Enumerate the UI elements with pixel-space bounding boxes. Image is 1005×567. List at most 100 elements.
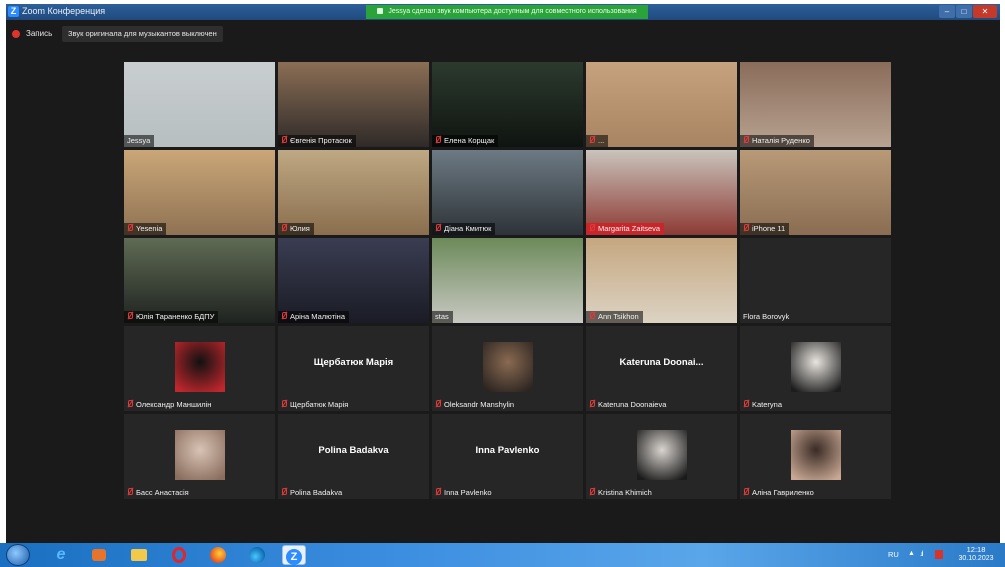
- participant-video: [586, 62, 737, 147]
- participant-tile[interactable]: Басс Анастасія: [124, 414, 275, 499]
- participant-display-name: Щербатюк Марія: [313, 357, 394, 368]
- speaker-icon: [377, 8, 384, 15]
- firefox-icon[interactable]: [207, 545, 229, 565]
- participant-tile[interactable]: Юлія Тараненко БДПУ: [124, 238, 275, 323]
- participant-tile[interactable]: Margarita Zaitseva: [586, 150, 737, 235]
- participant-name: Margarita Zaitseva: [598, 224, 661, 233]
- zoom-glyph: Z: [286, 549, 302, 565]
- participant-tile[interactable]: Аріна Малютіна: [278, 238, 429, 323]
- participant-name-tag: Kateryna: [740, 399, 786, 411]
- participant-tile[interactable]: Flora Borovyk: [740, 238, 891, 323]
- participant-tile[interactable]: Олександр Маншилін: [124, 326, 275, 411]
- close-button[interactable]: ✕: [973, 5, 997, 18]
- participant-tile[interactable]: ...: [586, 62, 737, 147]
- minimize-icon: –: [944, 7, 950, 16]
- window-title: Zoom Конференция: [22, 6, 106, 16]
- participant-name: Jessya: [127, 136, 151, 145]
- participant-display-name: Polina Badakva: [318, 445, 389, 456]
- file-explorer-icon[interactable]: [128, 545, 150, 565]
- audio-share-banner[interactable]: Jessya сделал звук компьютера доступным …: [366, 5, 648, 19]
- windows-taskbar: e Z RU ▲ .ıl 12:18 30.10.2023: [0, 543, 1005, 567]
- muted-mic-icon: [127, 488, 133, 496]
- participant-name-tag: Щербатюк Марія: [278, 399, 352, 411]
- minimize-button[interactable]: –: [939, 5, 955, 18]
- participant-tile[interactable]: Kateryna: [740, 326, 891, 411]
- clock-date[interactable]: 30.10.2023: [956, 555, 996, 562]
- maximize-button[interactable]: □: [956, 5, 972, 18]
- participant-name-tag: Наталія Руденко: [740, 135, 814, 147]
- participant-name-tag: Юлія Тараненко БДПУ: [124, 311, 219, 323]
- profile-picture: [174, 342, 225, 392]
- participant-name: iPhone 11: [752, 224, 786, 233]
- participant-name-tag: Аліна Гавриленко: [740, 487, 818, 499]
- participant-name: Kateruna Doonaieva: [598, 400, 667, 409]
- participant-name-tag: Олександр Маншилін: [124, 399, 215, 411]
- muted-mic-icon: [281, 400, 287, 408]
- participant-tile[interactable]: Oleksandr Manshylin: [432, 326, 583, 411]
- internet-explorer-icon[interactable]: e: [50, 545, 72, 565]
- profile-picture: [482, 342, 533, 392]
- participant-tile[interactable]: stas: [432, 238, 583, 323]
- participant-name: Flora Borovyk: [743, 312, 790, 321]
- participant-tile[interactable]: Polina Badakva Polina Badakva: [278, 414, 429, 499]
- opera-icon[interactable]: [168, 545, 190, 565]
- network-signal-icon[interactable]: .ıl: [920, 551, 924, 558]
- media-player-icon[interactable]: [88, 545, 110, 565]
- participant-tile[interactable]: Елена Корщак: [432, 62, 583, 147]
- participant-tile[interactable]: Jessya: [124, 62, 275, 147]
- muted-mic-icon: [281, 224, 287, 232]
- participant-video: [432, 238, 583, 323]
- profile-picture: [790, 342, 841, 392]
- muted-mic-icon: [589, 400, 595, 408]
- profile-picture: [790, 430, 841, 480]
- participant-tile[interactable]: Ann Tsikhon: [586, 238, 737, 323]
- participant-tile[interactable]: iPhone 11: [740, 150, 891, 235]
- participant-tile[interactable]: Kateruna Doonai... Kateruna Doonaieva: [586, 326, 737, 411]
- participant-tile[interactable]: Kristina Khimich: [586, 414, 737, 499]
- muted-mic-icon: [127, 312, 133, 320]
- participant-name-tag: Polina Badakva: [278, 487, 346, 499]
- participant-name-tag: Елена Корщак: [432, 135, 499, 147]
- muted-mic-icon: [435, 136, 441, 144]
- participant-name-tag: Kristina Khimich: [586, 487, 656, 499]
- clock-time[interactable]: 12:18: [956, 545, 996, 554]
- participant-name-tag: Yesenia: [124, 223, 167, 235]
- original-sound-status[interactable]: Звук оригинала для музыкантов выключен: [62, 26, 223, 42]
- participant-tile[interactable]: Yesenia: [124, 150, 275, 235]
- action-center-flag-icon[interactable]: [935, 550, 943, 559]
- muted-mic-icon: [743, 400, 749, 408]
- edge-icon[interactable]: [246, 545, 268, 565]
- tray-expand-icon[interactable]: ▲: [908, 550, 915, 557]
- muted-mic-icon: [435, 400, 441, 408]
- participant-name-tag: Jessya: [124, 135, 155, 147]
- language-indicator[interactable]: RU: [888, 550, 899, 559]
- participant-name-tag: Oleksandr Manshylin: [432, 399, 518, 411]
- participant-tile[interactable]: Євгенія Протасюк: [278, 62, 429, 147]
- participant-tile[interactable]: Inna Pavlenko Inna Pavlenko: [432, 414, 583, 499]
- participant-name: Щербатюк Марія: [290, 400, 349, 409]
- participant-name: Басс Анастасія: [136, 488, 189, 497]
- participant-tile[interactable]: Щербатюк Марія Щербатюк Марія: [278, 326, 429, 411]
- muted-mic-icon: [743, 488, 749, 496]
- participant-display-name: Kateruna Doonai...: [619, 357, 704, 368]
- participant-name-tag: iPhone 11: [740, 223, 790, 235]
- participant-name: Євгенія Протасюк: [290, 136, 352, 145]
- participant-tile[interactable]: Аліна Гавриленко: [740, 414, 891, 499]
- recording-dot-icon: [12, 30, 20, 38]
- participant-name-tag: Басс Анастасія: [124, 487, 193, 499]
- close-icon: ✕: [981, 7, 989, 16]
- participant-tile[interactable]: Наталія Руденко: [740, 62, 891, 147]
- participant-name: Yesenia: [136, 224, 163, 233]
- participant-tile[interactable]: Діана Кмитюк: [432, 150, 583, 235]
- zoom-taskbar-icon[interactable]: Z: [282, 545, 306, 565]
- recording-label[interactable]: Запись: [26, 29, 52, 38]
- participant-name: Юлия: [290, 224, 310, 233]
- participant-name: Наталія Руденко: [752, 136, 810, 145]
- participant-tile[interactable]: Юлия: [278, 150, 429, 235]
- participant-name: Kateryna: [752, 400, 783, 409]
- participant-name: stas: [435, 312, 449, 321]
- participant-name: Polina Badakva: [290, 488, 343, 497]
- start-button[interactable]: [6, 544, 30, 566]
- participant-name-tag: Margarita Zaitseva: [586, 223, 665, 235]
- title-bar: Z Zoom Конференция Jessya сделал звук ко…: [6, 4, 1000, 20]
